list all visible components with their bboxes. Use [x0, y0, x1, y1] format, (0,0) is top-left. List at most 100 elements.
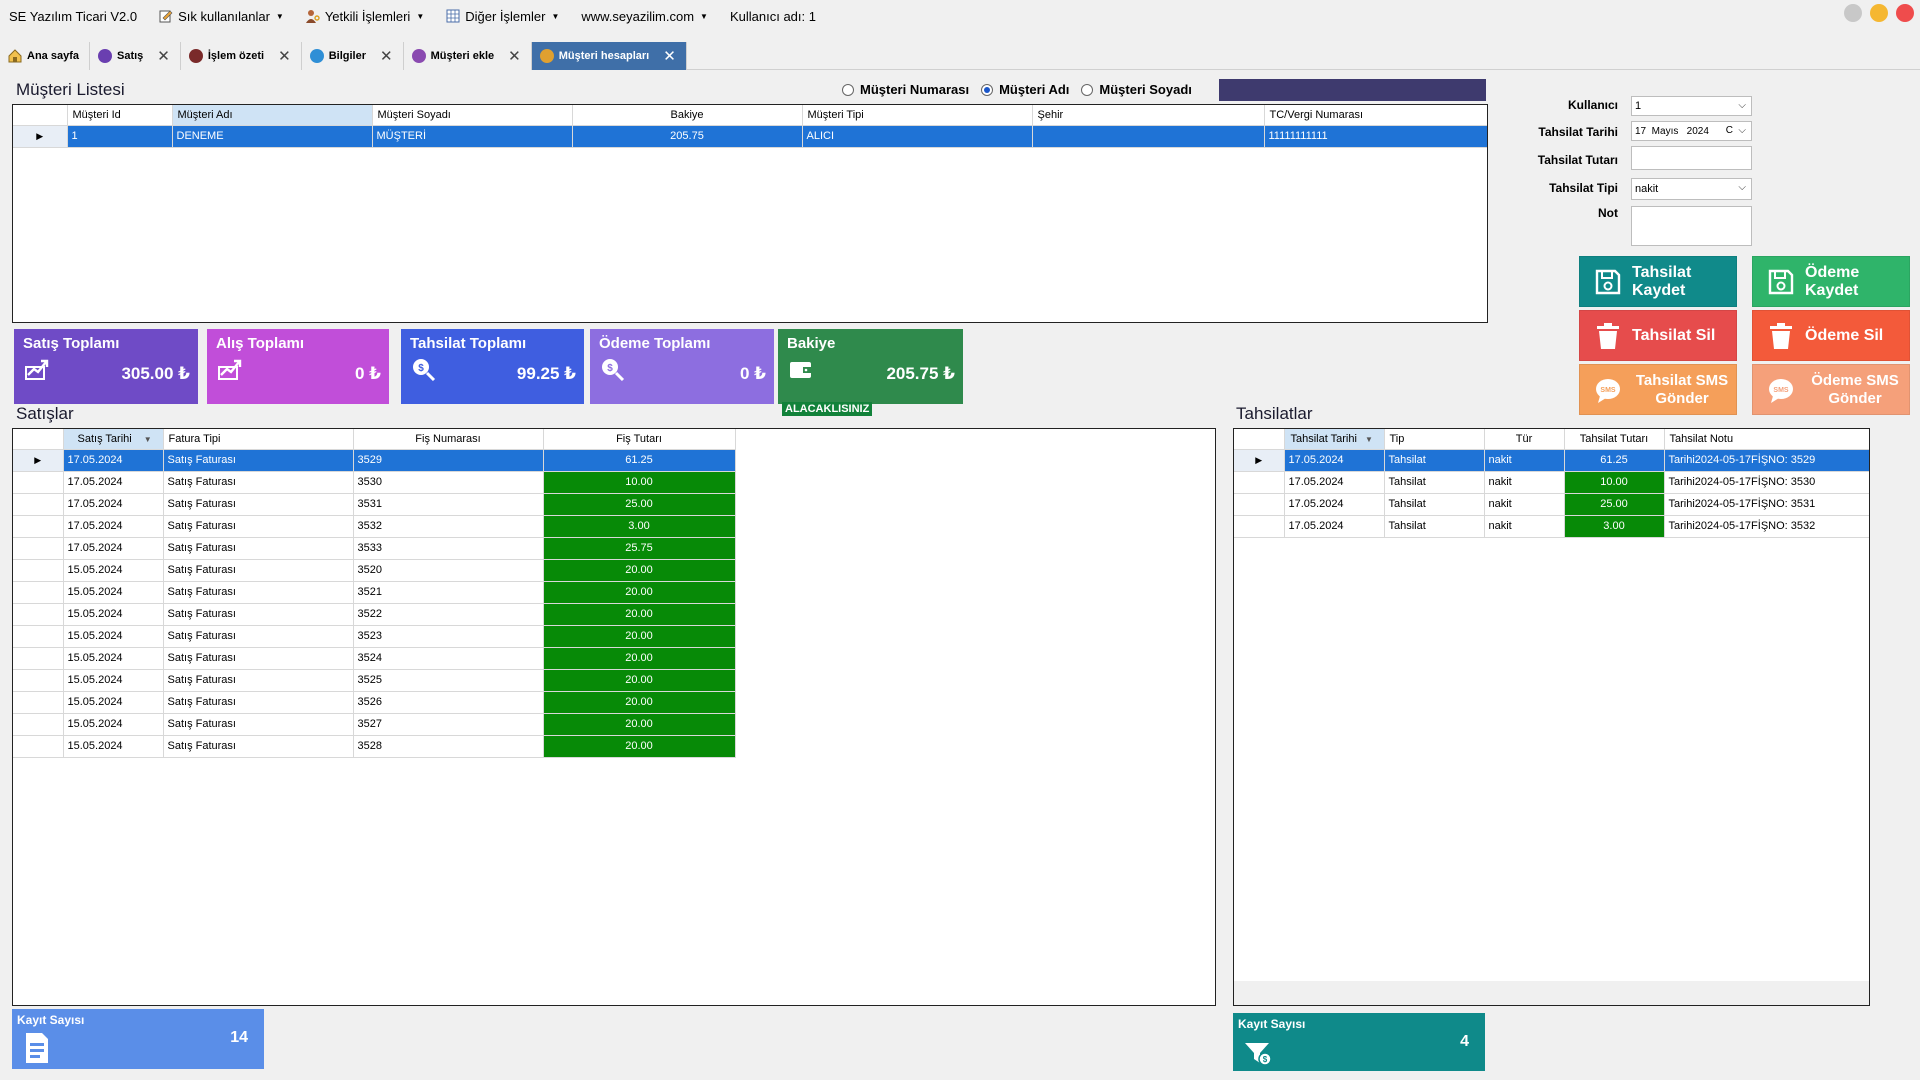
table-row[interactable]: ▶ 1 DENEME MÜŞTERİ 205.75 ALICI 11111111… — [13, 125, 1487, 148]
tahsilat-sms-button[interactable]: SMS Tahsilat SMS Gönder — [1579, 364, 1737, 415]
tab-summary[interactable]: İşlem özeti ✕ — [180, 42, 302, 70]
table-cell[interactable]: 3525 — [353, 669, 544, 692]
radio-customer-number[interactable]: Müşteri Numarası — [842, 82, 969, 97]
table-cell[interactable]: Satış Faturası — [163, 559, 354, 582]
menu-other[interactable]: Diğer İşlemler ▼ — [435, 0, 570, 32]
table-cell[interactable]: MÜŞTERİ — [372, 125, 573, 148]
note-textarea[interactable] — [1631, 206, 1752, 246]
table-row[interactable]: 15.05.2024 Satış Faturası 3524 20.00 — [13, 647, 736, 670]
table-cell[interactable]: ALICI — [802, 125, 1033, 148]
column-header[interactable]: Tahsilat Notu — [1664, 429, 1869, 450]
table-row[interactable]: 17.05.2024 Satış Faturası 3531 25.00 — [13, 493, 736, 516]
table-cell[interactable]: 20.00 — [543, 625, 736, 648]
row-selector[interactable] — [13, 515, 64, 538]
table-cell[interactable]: 17.05.2024 — [63, 493, 164, 516]
close-icon[interactable]: ✕ — [157, 47, 170, 65]
tab-customer-accounts[interactable]: Müşteri hesapları ✕ — [531, 42, 687, 70]
amount-input[interactable] — [1631, 146, 1752, 170]
row-selector[interactable] — [13, 559, 64, 582]
table-cell[interactable]: 15.05.2024 — [63, 691, 164, 714]
table-cell[interactable]: Satış Faturası — [163, 669, 354, 692]
table-cell[interactable]: 3531 — [353, 493, 544, 516]
table-cell[interactable]: 15.05.2024 — [63, 603, 164, 626]
table-cell[interactable]: 17.05.2024 — [63, 449, 164, 472]
table-cell[interactable]: 3527 — [353, 713, 544, 736]
table-cell[interactable]: 17.05.2024 — [1284, 471, 1385, 494]
row-selector[interactable] — [1234, 515, 1285, 538]
tab-info[interactable]: Bilgiler ✕ — [301, 42, 404, 70]
table-cell[interactable]: 17.05.2024 — [63, 515, 164, 538]
row-selector[interactable]: ▶ — [13, 449, 64, 472]
table-cell[interactable]: Satış Faturası — [163, 449, 354, 472]
tahsilat-kaydet-button[interactable]: Tahsilat Kaydet — [1579, 256, 1737, 307]
table-cell[interactable]: Satış Faturası — [163, 647, 354, 670]
radio-customer-surname[interactable]: Müşteri Soyadı — [1081, 82, 1192, 97]
table-row[interactable]: 15.05.2024 Satış Faturası 3522 20.00 — [13, 603, 736, 626]
table-row[interactable]: 15.05.2024 Satış Faturası 3520 20.00 — [13, 559, 736, 582]
table-cell[interactable]: 17.05.2024 — [1284, 515, 1385, 538]
customer-search-input[interactable] — [1219, 79, 1486, 101]
table-row[interactable]: 17.05.2024 Satış Faturası 3532 3.00 — [13, 515, 736, 538]
table-cell[interactable]: 61.25 — [1564, 449, 1665, 472]
odeme-sms-button[interactable]: SMS Ödeme SMS Gönder — [1752, 364, 1910, 415]
table-cell[interactable]: Satış Faturası — [163, 493, 354, 516]
table-cell[interactable]: 3522 — [353, 603, 544, 626]
table-cell[interactable]: 3529 — [353, 449, 544, 472]
row-selector[interactable] — [13, 713, 64, 736]
table-row[interactable]: 17.05.2024 Tahsilat nakit 10.00 Tarihi2024-0… — [1234, 471, 1869, 494]
table-cell[interactable]: 17.05.2024 — [63, 471, 164, 494]
tab-home[interactable]: Ana sayfa — [0, 42, 90, 70]
row-selector[interactable] — [13, 471, 64, 494]
row-selector[interactable] — [13, 647, 64, 670]
table-cell[interactable]: 15.05.2024 — [63, 581, 164, 604]
table-row[interactable]: 17.05.2024 Tahsilat nakit 3.00 Tarihi2024-05… — [1234, 515, 1869, 538]
table-cell[interactable]: 17.05.2024 — [1284, 493, 1385, 516]
column-header[interactable]: Şehir — [1032, 105, 1265, 126]
table-cell[interactable]: nakit — [1484, 493, 1565, 516]
table-cell[interactable]: nakit — [1484, 515, 1565, 538]
table-cell[interactable]: 17.05.2024 — [1284, 449, 1385, 472]
menu-website[interactable]: www.seyazilim.com ▼ — [570, 0, 719, 32]
maximize-button[interactable] — [1870, 4, 1888, 22]
table-row[interactable]: 15.05.2024 Satış Faturası 3526 20.00 — [13, 691, 736, 714]
table-cell[interactable]: Satış Faturası — [163, 735, 354, 758]
table-cell[interactable]: Tarihi2024-05-17FİŞNO: 3531 — [1664, 493, 1869, 516]
table-cell[interactable]: Satış Faturası — [163, 603, 354, 626]
column-header[interactable]: Bakiye — [572, 105, 803, 126]
sales-grid[interactable]: Satış Tarihi ▼ Fatura Tipi Fiş Numarası F… — [12, 428, 1216, 1006]
table-cell[interactable]: Tarihi2024-05-17FİŞNO: 3529 — [1664, 449, 1869, 472]
table-cell[interactable]: Satış Faturası — [163, 691, 354, 714]
table-row[interactable]: 15.05.2024 Satış Faturası 3525 20.00 — [13, 669, 736, 692]
table-cell[interactable]: Satış Faturası — [163, 471, 354, 494]
table-cell[interactable]: 3524 — [353, 647, 544, 670]
table-cell[interactable]: 3.00 — [1564, 515, 1665, 538]
table-cell[interactable]: 20.00 — [543, 691, 736, 714]
table-cell[interactable]: Tahsilat — [1384, 515, 1485, 538]
table-cell[interactable]: 3521 — [353, 581, 544, 604]
menu-favorites[interactable]: Sık kullanılanlar ▼ — [148, 0, 295, 32]
radio-icon[interactable] — [1081, 83, 1094, 96]
column-header[interactable]: Tip — [1384, 429, 1485, 450]
table-cell[interactable]: 11111111111 — [1264, 125, 1487, 148]
table-cell[interactable]: Satış Faturası — [163, 537, 354, 560]
table-cell[interactable]: 20.00 — [543, 559, 736, 582]
table-cell[interactable]: 15.05.2024 — [63, 625, 164, 648]
horizontal-scrollbar[interactable] — [1234, 981, 1869, 1005]
table-row[interactable]: 15.05.2024 Satış Faturası 3528 20.00 — [13, 735, 736, 758]
table-cell[interactable]: Satış Faturası — [163, 515, 354, 538]
table-cell[interactable]: 15.05.2024 — [63, 713, 164, 736]
table-cell[interactable]: 3.00 — [543, 515, 736, 538]
odeme-sil-button[interactable]: Ödeme Sil — [1752, 310, 1910, 361]
table-cell[interactable]: Tahsilat — [1384, 449, 1485, 472]
table-cell[interactable]: 15.05.2024 — [63, 735, 164, 758]
table-cell[interactable]: Tarihi2024-05-17FİŞNO: 3530 — [1664, 471, 1869, 494]
radio-icon[interactable] — [842, 83, 854, 96]
row-selector[interactable] — [13, 581, 64, 604]
table-row[interactable]: 15.05.2024 Satış Faturası 3527 20.00 — [13, 713, 736, 736]
column-header[interactable]: Satış Tarihi ▼ — [63, 429, 164, 450]
row-selector[interactable] — [13, 537, 64, 560]
table-cell[interactable]: Tahsilat — [1384, 471, 1485, 494]
customer-grid[interactable]: Müşteri Id Müşteri Adı Müşteri Soyadı Ba… — [12, 104, 1488, 323]
column-header[interactable]: Tahsilat Tutarı — [1564, 429, 1665, 450]
column-header[interactable]: Müşteri Soyadı — [372, 105, 573, 126]
